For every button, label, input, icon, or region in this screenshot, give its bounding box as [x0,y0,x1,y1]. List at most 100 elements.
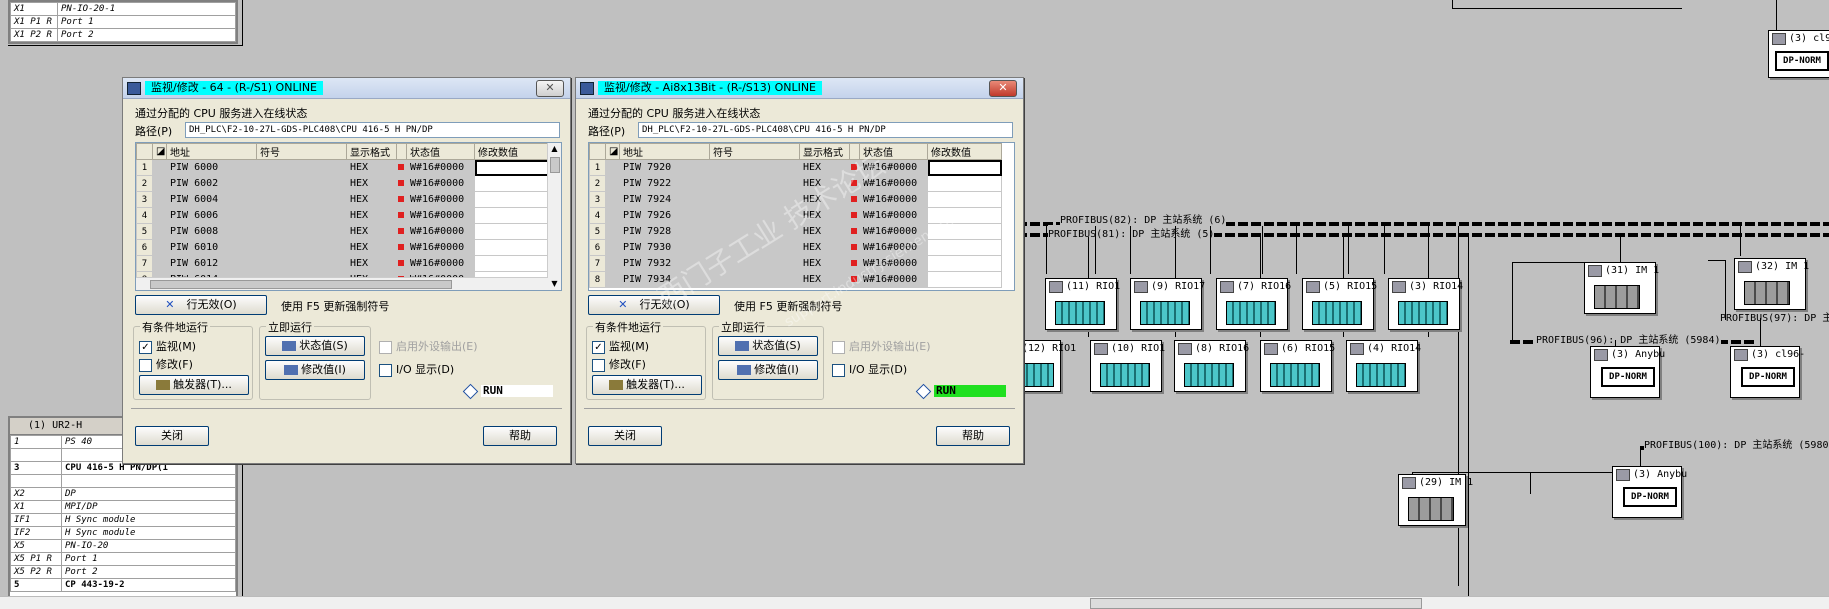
address-cell[interactable]: PIW 6008 [166,223,257,240]
symbol-cell[interactable] [709,239,800,256]
var-row[interactable]: 2 PIW 6002 HEX W#16#0000 [136,175,549,192]
scroll-thumb[interactable] [550,157,560,173]
node-im-31[interactable]: (31) IM 1 [1584,262,1659,314]
rack-slot-row[interactable]: IF2 H Sync module [10,526,236,540]
symbol-cell[interactable] [709,223,800,240]
symbol-cell[interactable] [709,207,800,224]
invalid-row-button[interactable]: ✕ 行无效(O) [135,295,267,315]
modify-value-cell[interactable] [474,191,549,208]
var-row[interactable]: 6 PIW 6010 HEX W#16#0000 [136,239,549,256]
modify-value-cell[interactable] [927,255,1002,272]
node-rio-5[interactable]: (5) RIO15 [1302,278,1377,330]
node-anybus-2[interactable]: (3) Anybu DP-NORM [1612,466,1687,518]
format-cell[interactable]: HEX [799,191,850,208]
symbol-cell[interactable] [256,239,347,256]
status-value-button[interactable]: 状态值(S) [265,336,365,356]
rack-slot-row[interactable]: X2 DP [10,487,236,501]
node-rio-9[interactable]: (9) RIO17 [1130,278,1205,330]
format-cell[interactable]: HEX [346,207,397,224]
node-anybus-1[interactable]: (3) Anybu DP-NORM [1590,346,1665,398]
format-cell[interactable]: HEX [346,223,397,240]
format-cell[interactable]: HEX [346,159,397,176]
symbol-cell[interactable] [709,271,800,288]
io-display-checkbox[interactable]: I/O 显示(D) [832,361,907,377]
io-display-checkbox[interactable]: I/O 显示(D) [379,361,454,377]
module-row[interactable]: X1 PN-IO-20-1 [10,2,236,16]
rack-slot-row[interactable]: IF1 H Sync module [10,513,236,527]
monitor-modify-dialog-2[interactable]: 监视/修改 - Ai8x13Bit - (R-/S13) ONLINE ✕ 通过分配… [575,77,1024,464]
node-rio-3[interactable]: (3) RIO14 [1388,278,1463,330]
node-cl96-top[interactable]: (3) cl96 DP-NORM [1768,30,1829,78]
var-row[interactable]: 2 PIW 7922 HEX W#16#0000 [589,175,1002,192]
symbol-cell[interactable] [256,207,347,224]
periphery-output-checkbox[interactable]: 启用外设输出(E) [379,338,478,354]
close-button[interactable]: 关闭 [135,426,209,446]
var-row[interactable]: 4 PIW 6006 HEX W#16#0000 [136,207,549,224]
var-row[interactable]: 8 PIW 7934 HEX W#16#0000 [589,271,1002,288]
node-rio-10[interactable]: (10) RIO1 [1090,340,1165,392]
format-cell[interactable]: HEX [346,175,397,192]
node-rio-8[interactable]: (8) RIO16 [1174,340,1249,392]
symbol-cell[interactable] [256,255,347,272]
address-cell[interactable]: PIW 7932 [619,255,710,272]
format-cell[interactable]: HEX [799,239,850,256]
modify-value-cell[interactable] [474,175,549,192]
node-rio-7[interactable]: (7) RIO16 [1216,278,1291,330]
modify-value-cell[interactable] [474,207,549,224]
header-status-value[interactable]: 状态值 [406,143,475,160]
modify-checkbox[interactable]: 修改(F) [139,356,193,372]
var-row[interactable]: 7 PIW 6012 HEX W#16#0000 [136,255,549,272]
rack-slot-row[interactable]: 5 CP 443-19-2 [10,578,236,592]
modify-value-button[interactable]: 修改值(I) [265,360,365,380]
rack-slot-row[interactable]: X1 MPI/DP [10,500,236,514]
format-cell[interactable]: HEX [346,191,397,208]
module-row[interactable]: X1 P2 R Port 2 [10,28,236,42]
table-hscroll[interactable] [136,277,548,290]
close-button[interactable]: 关闭 [588,426,662,446]
header-address[interactable]: 地址 [166,143,257,160]
address-cell[interactable]: PIW 6000 [166,159,257,176]
format-cell[interactable]: HEX [799,207,850,224]
header-symbol[interactable]: 符号 [709,143,800,160]
trigger-button[interactable]: 触发器(T)... [139,375,249,395]
rack-slot-row[interactable]: X5 PN-IO-20 [10,539,236,553]
periphery-output-checkbox[interactable]: 启用外设输出(E) [832,338,931,354]
table-vscroll[interactable]: ▲ ▼ [547,143,561,290]
dialog-titlebar[interactable]: 监视/修改 - 64 - (R-/S1) ONLINE ✕ [123,78,570,99]
var-row[interactable]: 3 PIW 7924 HEX W#16#0000 [589,191,1002,208]
monitor-checkbox[interactable]: ✓ 监视(M) [139,338,196,354]
symbol-cell[interactable] [256,159,347,176]
header-format[interactable]: 显示格式 [799,143,850,160]
address-cell[interactable]: PIW 6004 [166,191,257,208]
var-row[interactable]: 5 PIW 7928 HEX W#16#0000 [589,223,1002,240]
help-button[interactable]: 帮助 [483,426,557,446]
format-cell[interactable]: HEX [799,223,850,240]
node-im-32[interactable]: (32) IM 1 [1734,258,1809,310]
help-button[interactable]: 帮助 [936,426,1010,446]
symbol-cell[interactable] [256,223,347,240]
modify-value-cell[interactable] [927,239,1002,256]
node-cl96-2[interactable]: (3) cl96- DP-NORM [1730,346,1805,398]
module-row[interactable]: X1 P1 R Port 1 [10,15,236,29]
modify-value-cell[interactable] [927,207,1002,224]
modify-value-cell[interactable] [927,271,1002,288]
node-rio-4[interactable]: (4) RIO14 [1346,340,1421,392]
format-cell[interactable]: HEX [799,271,850,288]
address-cell[interactable]: PIW 7934 [619,271,710,288]
address-cell[interactable]: PIW 6002 [166,175,257,192]
format-cell[interactable]: HEX [799,159,850,176]
symbol-cell[interactable] [709,255,800,272]
scroll-down-icon[interactable]: ▼ [548,278,561,290]
canvas-hscroll[interactable] [0,596,1829,609]
address-cell[interactable]: PIW 6006 [166,207,257,224]
address-cell[interactable]: PIW 7920 [619,159,710,176]
modify-value-cell[interactable] [474,255,549,272]
header-modify-value[interactable]: 修改数值 [474,143,549,160]
modify-value-cell[interactable] [474,239,549,256]
modify-value-cell[interactable] [927,223,1002,240]
header-address[interactable]: 地址 [619,143,710,160]
monitor-modify-dialog-1[interactable]: 监视/修改 - 64 - (R-/S1) ONLINE ✕ 通过分配的 CPU 服务… [122,77,571,464]
header-modify-value[interactable]: 修改数值 [927,143,1002,160]
close-icon[interactable]: ✕ [536,80,564,97]
header-format[interactable]: 显示格式 [346,143,397,160]
